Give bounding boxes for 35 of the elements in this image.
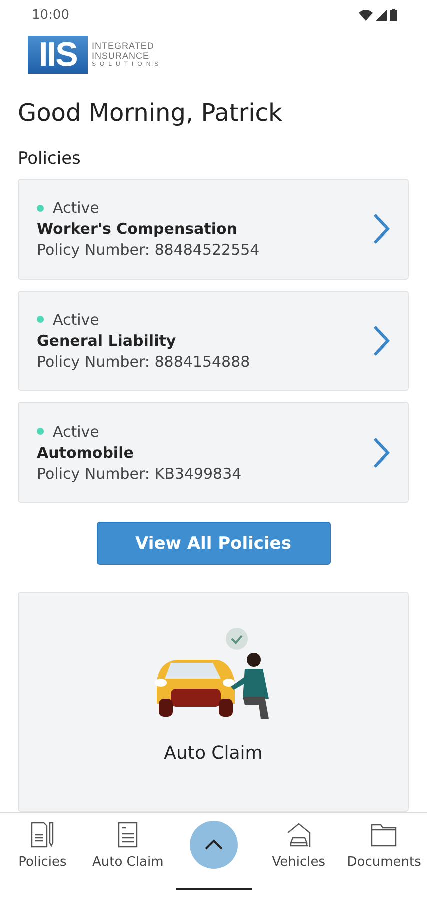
- policy-number: Policy Number: 88484522554: [37, 241, 260, 260]
- document-pen-icon: [30, 821, 56, 849]
- policy-card[interactable]: Active General Liability Policy Number: 8884154888: [18, 290, 409, 392]
- auto-claim-card[interactable]: Auto Claim: [18, 592, 409, 812]
- nav-item[interactable]: Vehicles: [272, 855, 326, 870]
- logo-text: INTEGRATED: [92, 42, 156, 52]
- signal-icon: [376, 10, 387, 20]
- garage-car-icon: [286, 821, 312, 849]
- nav-item[interactable]: Auto Claim: [92, 855, 164, 870]
- expand-button[interactable]: [190, 821, 238, 869]
- greeting: Good Morning, Patrick: [18, 98, 284, 127]
- nav-item[interactable]: Policies: [18, 855, 67, 870]
- policy-name: Automobile: [37, 444, 135, 462]
- chevron-right-icon: [372, 324, 390, 357]
- view-all-policies-button[interactable]: View All Policies: [96, 522, 330, 565]
- logo-mark: IIS: [28, 36, 88, 74]
- chevron-right-icon: [372, 436, 390, 469]
- chevron-up-icon: [204, 839, 224, 851]
- wifi-icon: [359, 10, 373, 20]
- policy-number: Policy Number: 8884154888: [37, 352, 250, 371]
- nav-item[interactable]: Documents: [347, 855, 422, 870]
- policy-status: Active: [53, 310, 100, 329]
- card-title: Auto Claim: [164, 742, 263, 764]
- status-time: 10:00: [32, 8, 70, 22]
- policy-number: Policy Number: KB3499834: [37, 464, 242, 483]
- policy-status: Active: [53, 422, 100, 441]
- chevron-right-icon: [372, 213, 390, 246]
- policy-status: Active: [53, 199, 100, 218]
- policy-name: General Liability: [37, 332, 178, 350]
- policy-name: Worker's Compensation: [37, 220, 238, 238]
- policy-card[interactable]: Active Automobile Policy Number: KB3499834: [18, 402, 409, 504]
- battery-icon: [390, 9, 397, 21]
- policy-card[interactable]: Active Worker's Compensation Policy Number: 88484522554: [18, 178, 409, 280]
- section-title: Policies: [18, 148, 82, 169]
- logo-text: INSURANCE: [92, 52, 151, 62]
